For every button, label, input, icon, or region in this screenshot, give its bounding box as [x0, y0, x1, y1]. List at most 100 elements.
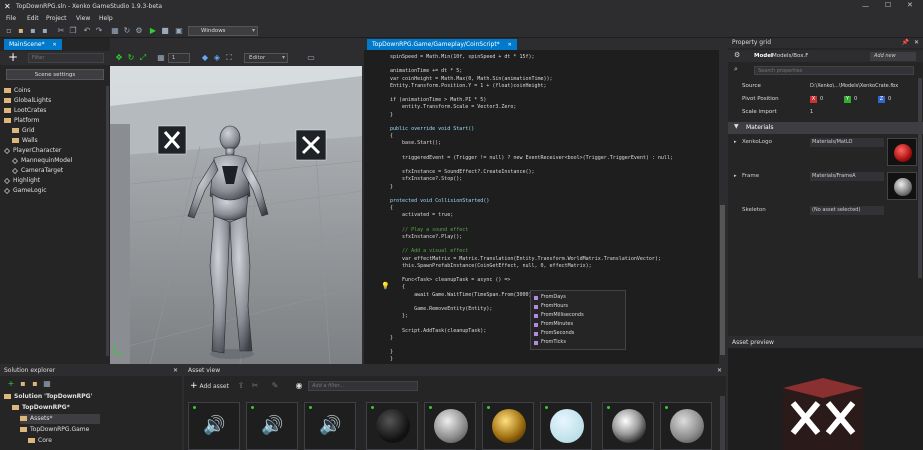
- rotate-gizmo-icon[interactable]: ↻: [126, 53, 136, 63]
- autocomplete-item[interactable]: FromHours: [531, 302, 625, 311]
- source-value[interactable]: D:\Xenko\...\Models\XenkoCrate.fbx: [810, 80, 918, 92]
- solution-tree-item[interactable]: Core: [28, 436, 52, 446]
- grid-value-field[interactable]: 1: [168, 53, 190, 63]
- cut-icon[interactable]: ✂: [56, 26, 66, 36]
- asset-tile-material-gold[interactable]: [482, 402, 534, 450]
- scene-filter-input[interactable]: [28, 53, 104, 63]
- expand-icon[interactable]: ▸: [734, 173, 737, 179]
- asset-filter-input[interactable]: [308, 381, 418, 391]
- build-icon[interactable]: ▦: [110, 26, 120, 36]
- collapse-icon[interactable]: ▪: [18, 379, 28, 389]
- eye-icon[interactable]: ◉: [294, 381, 304, 391]
- solution-tree-item[interactable]: TopDownRPG*: [12, 403, 70, 413]
- add-new-button[interactable]: Add new: [870, 52, 916, 61]
- lighting-icon[interactable]: ◈: [212, 53, 222, 63]
- add-icon[interactable]: +: [6, 379, 16, 389]
- scene-tree-item[interactable]: Coins: [4, 86, 30, 96]
- folder-icon[interactable]: ▪: [30, 379, 40, 389]
- translate-gizmo-icon[interactable]: ✥: [114, 53, 124, 63]
- solution-tree-item[interactable]: Assets*: [20, 414, 100, 424]
- reload-icon[interactable]: ↻: [122, 26, 132, 36]
- editor-mode-select[interactable]: Editor ▾: [244, 53, 288, 63]
- fullscreen-icon[interactable]: ⛶: [224, 53, 234, 63]
- pivot-x-value[interactable]: 0: [820, 93, 823, 105]
- autocomplete-item[interactable]: FromDays: [531, 293, 625, 302]
- settings-icon[interactable]: ⚙: [734, 51, 740, 59]
- material-1-value[interactable]: Materials/MatLO: [810, 138, 884, 147]
- property-grid-scrollbar[interactable]: [918, 78, 922, 278]
- code-area[interactable]: spinSpeed = Math.Min(10f, spinSpeed + dt…: [364, 50, 719, 364]
- autocomplete-item[interactable]: FromTicks: [531, 338, 625, 347]
- scene-tree-scrollbar[interactable]: [106, 86, 109, 356]
- materials-header[interactable]: ▼ Materials: [728, 122, 923, 134]
- asset-scrollbar[interactable]: [720, 396, 725, 450]
- material-2-value[interactable]: Materials/FrameA: [810, 172, 884, 181]
- undo-icon[interactable]: ↶: [82, 26, 92, 36]
- pivot-z-value[interactable]: 0: [888, 93, 891, 105]
- autocomplete-item[interactable]: FromMinutes: [531, 320, 625, 329]
- close-panel-icon[interactable]: ✕: [914, 38, 919, 48]
- play-icon[interactable]: ▶: [148, 26, 158, 36]
- close-panel-icon[interactable]: ✕: [173, 366, 178, 376]
- pin-icon[interactable]: 📌: [902, 38, 909, 48]
- camera-icon[interactable]: ◆: [200, 53, 210, 63]
- code-scrollbar[interactable]: [719, 50, 726, 364]
- close-tab-icon[interactable]: ✕: [53, 42, 57, 48]
- menu-help[interactable]: Help: [99, 15, 113, 22]
- snap-icon[interactable]: ▦: [156, 53, 166, 63]
- property-search-input[interactable]: [754, 66, 914, 75]
- asset-tile-sound-2[interactable]: 🔊: [246, 402, 298, 450]
- maximize-viewport-icon[interactable]: ▭: [306, 53, 316, 63]
- edit-icon[interactable]: ✎: [270, 381, 280, 391]
- add-asset-button[interactable]: + Add asset: [190, 381, 229, 391]
- skeleton-value[interactable]: (No asset selected): [810, 206, 884, 215]
- new-icon[interactable]: ▫: [4, 26, 14, 36]
- scale-value[interactable]: 1: [810, 106, 813, 118]
- scene-tree-item[interactable]: Highlight: [4, 176, 40, 186]
- copy-icon[interactable]: ❐: [68, 26, 78, 36]
- pivot-y-value[interactable]: 0: [854, 93, 857, 105]
- redo-icon[interactable]: ↷: [94, 26, 104, 36]
- asset-tile-sound-1[interactable]: 🔊: [188, 402, 240, 450]
- close-window-button[interactable]: ✕: [907, 1, 913, 9]
- package-icon[interactable]: ▣: [174, 26, 184, 36]
- menu-file[interactable]: File: [6, 15, 16, 22]
- scene-viewport[interactable]: [110, 66, 362, 364]
- scale-gizmo-icon[interactable]: ⤢: [138, 53, 148, 63]
- minimize-button[interactable]: —: [862, 2, 869, 10]
- stop-icon[interactable]: ■: [160, 26, 170, 36]
- menu-edit[interactable]: Edit: [27, 15, 39, 22]
- platform-select[interactable]: Windows ▾: [188, 26, 258, 36]
- scene-settings-button[interactable]: Scene settings: [6, 69, 104, 80]
- menu-view[interactable]: View: [76, 15, 90, 22]
- asset-tile-material-grid[interactable]: [660, 402, 712, 450]
- asset-tile-material-black[interactable]: [366, 402, 418, 450]
- scroll-thumb[interactable]: [720, 205, 725, 355]
- autocomplete-item[interactable]: FromMilliseconds: [531, 311, 625, 320]
- scene-tree-item[interactable]: GlobalLights: [4, 96, 51, 106]
- tab-coinscript[interactable]: TopDownRPG.Game/Gameplay/CoinScript* ✕: [367, 39, 517, 50]
- cut-icon[interactable]: ✂: [250, 381, 260, 391]
- import-icon[interactable]: ⇪: [236, 381, 246, 391]
- solution-tree-item[interactable]: TopDownRPG.Game: [20, 425, 89, 435]
- asset-tile-material-metal[interactable]: [602, 402, 654, 450]
- scene-tree-item[interactable]: CameraTarget: [12, 166, 63, 176]
- scene-tree-item[interactable]: MannequinModel: [12, 156, 72, 166]
- autocomplete-item[interactable]: FromSeconds: [531, 329, 625, 338]
- save-all-icon[interactable]: ▪: [40, 26, 50, 36]
- debug-icon[interactable]: ⚙: [134, 26, 144, 36]
- scene-tree-item[interactable]: Grid: [12, 126, 35, 136]
- menu-project[interactable]: Project: [46, 15, 67, 22]
- tab-mainscene[interactable]: MainScene* ✕: [4, 39, 62, 50]
- close-panel-icon[interactable]: ✕: [717, 366, 722, 376]
- maximize-button[interactable]: ☐: [885, 1, 891, 9]
- open-icon[interactable]: ▪: [16, 26, 26, 36]
- add-entity-icon[interactable]: +: [8, 50, 18, 64]
- asset-tile-material-light[interactable]: [540, 402, 592, 450]
- save-icon[interactable]: ▪: [28, 26, 38, 36]
- lightbulb-icon[interactable]: 💡: [381, 282, 390, 290]
- expand-icon[interactable]: ▸: [734, 139, 737, 145]
- scene-tree-item[interactable]: LootCrates: [4, 106, 46, 116]
- scene-tree-item[interactable]: Walls: [12, 136, 38, 146]
- scene-tree-item[interactable]: Platform: [4, 116, 39, 126]
